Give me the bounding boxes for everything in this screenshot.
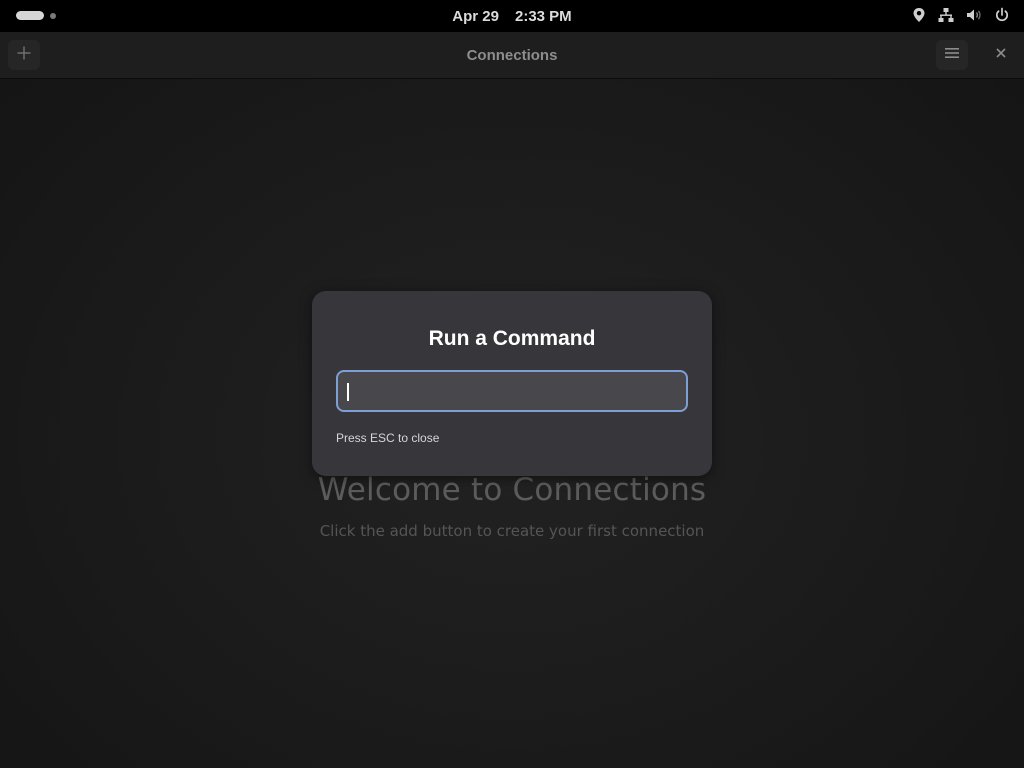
clock[interactable]: Apr 29 2:33 PM bbox=[0, 0, 1024, 32]
close-window-button[interactable] bbox=[990, 44, 1012, 66]
welcome-title: Welcome to Connections bbox=[317, 472, 707, 508]
main-menu-button[interactable] bbox=[936, 40, 968, 70]
dialog-title: Run a Command bbox=[428, 327, 596, 350]
network-icon bbox=[938, 7, 954, 23]
welcome-placeholder: Welcome to Connections Click the add but… bbox=[0, 472, 1024, 540]
system-tray[interactable] bbox=[912, 7, 1010, 23]
add-connection-button[interactable] bbox=[8, 40, 40, 70]
power-icon bbox=[994, 7, 1010, 23]
hamburger-menu-icon bbox=[944, 46, 960, 65]
command-input[interactable] bbox=[336, 370, 688, 412]
run-command-dialog: Run a Command Press ESC to close bbox=[312, 291, 712, 476]
text-cursor bbox=[347, 383, 349, 401]
top-bar: Apr 29 2:33 PM bbox=[0, 0, 1024, 32]
close-icon bbox=[995, 46, 1007, 64]
clock-time: 2:33 PM bbox=[514, 7, 572, 25]
volume-icon bbox=[966, 7, 982, 23]
welcome-subtitle: Click the add button to create your firs… bbox=[319, 522, 705, 540]
window-title: Connections bbox=[466, 46, 558, 64]
location-icon bbox=[912, 7, 926, 23]
plus-icon bbox=[16, 45, 32, 66]
header-bar: Connections bbox=[0, 32, 1024, 79]
clock-date: Apr 29 bbox=[452, 7, 499, 25]
dialog-hint: Press ESC to close bbox=[336, 431, 440, 445]
